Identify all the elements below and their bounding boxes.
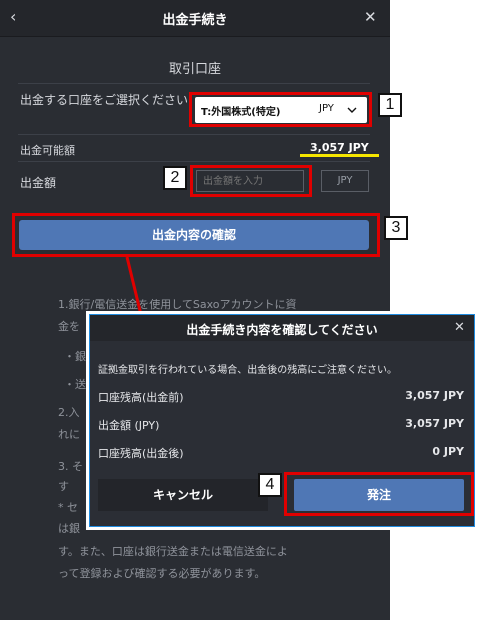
row-value: 0 JPY xyxy=(432,445,464,458)
note-line: ・送 xyxy=(64,378,86,391)
withdraw-amount-row: 出金額 (JPY) 3,057 JPY xyxy=(98,417,464,433)
close-icon[interactable]: ✕ xyxy=(454,320,465,335)
marker-1: 1 xyxy=(378,93,402,117)
cancel-button[interactable]: キャンセル xyxy=(98,479,268,511)
note-line: * セ xyxy=(58,501,78,514)
note-line: は銀 xyxy=(58,522,80,535)
highlight-box-amount xyxy=(190,165,312,197)
note-line: 2.入 xyxy=(58,406,80,419)
row-label: 出金額 (JPY) xyxy=(98,419,160,432)
section-title: 取引口座 xyxy=(168,62,221,77)
note-line: す xyxy=(58,480,69,493)
balance-after-row: 口座残高(出金後) 0 JPY xyxy=(98,445,464,461)
dialog-warning: 証拠金取引を行われている場合、出金後の残高にご注意ください。 xyxy=(98,365,397,376)
note-line: 1.銀行/電信送金を使用してSaxoアカウントに資 xyxy=(58,298,297,311)
account-label: 出金する口座をご選択ください xyxy=(20,93,189,107)
close-icon[interactable]: ✕ xyxy=(364,8,377,26)
note-line: 金を xyxy=(58,320,80,333)
available-value: 3,057 JPY xyxy=(310,141,369,154)
row-label: 口座残高(出金後) xyxy=(98,447,184,460)
highlight-box-submit xyxy=(284,472,474,516)
amount-label: 出金額 xyxy=(20,176,57,190)
marker-3: 3 xyxy=(384,216,408,240)
row-label: 口座残高(出金前) xyxy=(98,391,184,404)
highlight-box-confirm xyxy=(12,213,380,257)
available-label: 出金可能額 xyxy=(20,144,75,157)
highlight-underline xyxy=(300,154,379,157)
highlight-box-account xyxy=(189,92,372,127)
row-value: 3,057 JPY xyxy=(405,389,464,402)
panel-title: 出金手続き xyxy=(162,13,228,28)
marker-2: 2 xyxy=(163,166,187,190)
divider xyxy=(18,134,370,135)
divider xyxy=(18,161,370,162)
row-value: 3,057 JPY xyxy=(405,417,464,430)
balance-before-row: 口座残高(出金前) 3,057 JPY xyxy=(98,389,464,405)
marker-4: 4 xyxy=(258,473,282,497)
note-line: 3. そ xyxy=(58,460,83,473)
dialog-title: 出金手続き内容を確認してください xyxy=(186,323,378,337)
amount-currency: JPY xyxy=(321,170,369,192)
note-line: れに xyxy=(58,428,80,441)
note-line: ・銀 xyxy=(64,350,86,363)
panel-header: ‹ 出金手続き ✕ xyxy=(0,0,390,37)
note-line: す。また、口座は銀行送金または電信送金によ xyxy=(58,545,288,558)
note-line: って登録および確認する必要があります。 xyxy=(58,567,266,580)
divider xyxy=(18,83,370,84)
